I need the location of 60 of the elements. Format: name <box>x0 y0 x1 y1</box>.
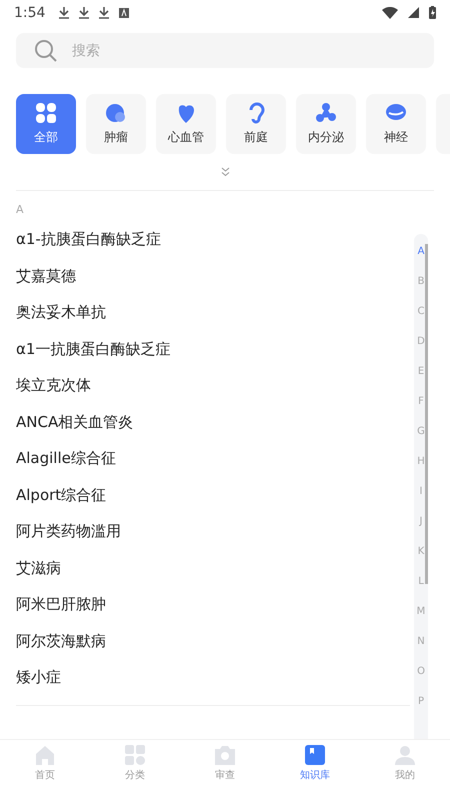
search-icon <box>34 38 58 62</box>
category-tab[interactable]: 内分泌 <box>296 94 356 154</box>
download-icon <box>59 6 70 18</box>
category-tab[interactable]: 前庭 <box>226 94 286 154</box>
index-letter[interactable]: I <box>420 486 422 516</box>
section-letter: A <box>16 203 25 216</box>
category-tab[interactable]: 心血管 <box>156 94 216 154</box>
index-letter[interactable]: O <box>417 666 425 696</box>
nav-tab[interactable]: 知识库 <box>270 740 360 800</box>
download-icon <box>99 6 110 18</box>
index-letter[interactable]: K <box>418 546 424 576</box>
nav-tab[interactable]: 审查 <box>180 740 270 800</box>
list-item[interactable]: Alport综合征 <box>16 486 106 504</box>
list-item[interactable]: 阿片类药物滥用 <box>16 522 121 541</box>
category-tab[interactable]: 全部 <box>16 94 76 154</box>
list-item[interactable]: 阿米巴肝脓肿 <box>16 595 106 614</box>
category-tab[interactable]: 神经 <box>366 94 426 154</box>
list-item[interactable]: ANCA相关血管炎 <box>16 412 134 432</box>
camera-icon <box>215 745 235 765</box>
grid-icon <box>35 102 57 124</box>
index-letter[interactable]: J <box>420 516 422 546</box>
molecule-icon <box>315 102 337 124</box>
signal-icon <box>408 7 419 18</box>
cell-icon <box>105 102 127 124</box>
grid-icon <box>125 745 145 765</box>
wifi-icon <box>382 6 398 18</box>
index-letter[interactable]: P <box>418 696 424 726</box>
person-icon <box>395 745 415 765</box>
expand-icon[interactable] <box>220 167 230 177</box>
list-item[interactable]: 奥法妥木单抗 <box>16 303 106 322</box>
index-letter[interactable]: D <box>417 336 425 366</box>
list-item[interactable]: 矮小症 <box>16 668 61 687</box>
nav-tab[interactable]: 首页 <box>0 740 90 800</box>
category-tab[interactable]: 肿瘤 <box>86 94 146 154</box>
index-letter[interactable]: B <box>418 276 424 306</box>
list-item[interactable]: 阿尔茨海默病 <box>16 632 106 650</box>
index-letter[interactable]: F <box>418 396 424 426</box>
index-letter[interactable]: E <box>418 366 424 396</box>
notification-icon <box>119 8 130 18</box>
home-icon <box>35 745 55 765</box>
index-letter[interactable]: H <box>417 456 425 486</box>
list-item[interactable]: α1一抗胰蛋白酶缺乏症 <box>16 340 170 358</box>
index-letter[interactable]: C <box>418 306 424 336</box>
battery-icon <box>429 6 436 19</box>
list-item[interactable]: Alagille综合征 <box>16 449 116 468</box>
list-item[interactable]: 艾嘉莫德 <box>16 266 76 286</box>
index-letter[interactable]: N <box>417 636 425 666</box>
index-letter[interactable]: A <box>418 246 424 276</box>
nav-tab[interactable]: 分类 <box>90 740 180 800</box>
index-letter[interactable]: L <box>418 576 424 606</box>
search-field[interactable]: 搜索 <box>16 33 434 68</box>
list-item[interactable]: 埃立克次体 <box>16 376 91 395</box>
download-icon <box>79 6 90 18</box>
nav-tab[interactable]: 我的 <box>360 740 450 800</box>
list-item[interactable]: α1-抗胰蛋白酶缺乏症 <box>16 230 161 249</box>
book-icon <box>305 745 325 765</box>
index-letter[interactable]: G <box>417 426 425 456</box>
index-letter[interactable]: M <box>416 606 426 636</box>
list-item[interactable]: 艾滋病 <box>16 558 61 578</box>
status-time: 1:54 <box>14 4 46 20</box>
